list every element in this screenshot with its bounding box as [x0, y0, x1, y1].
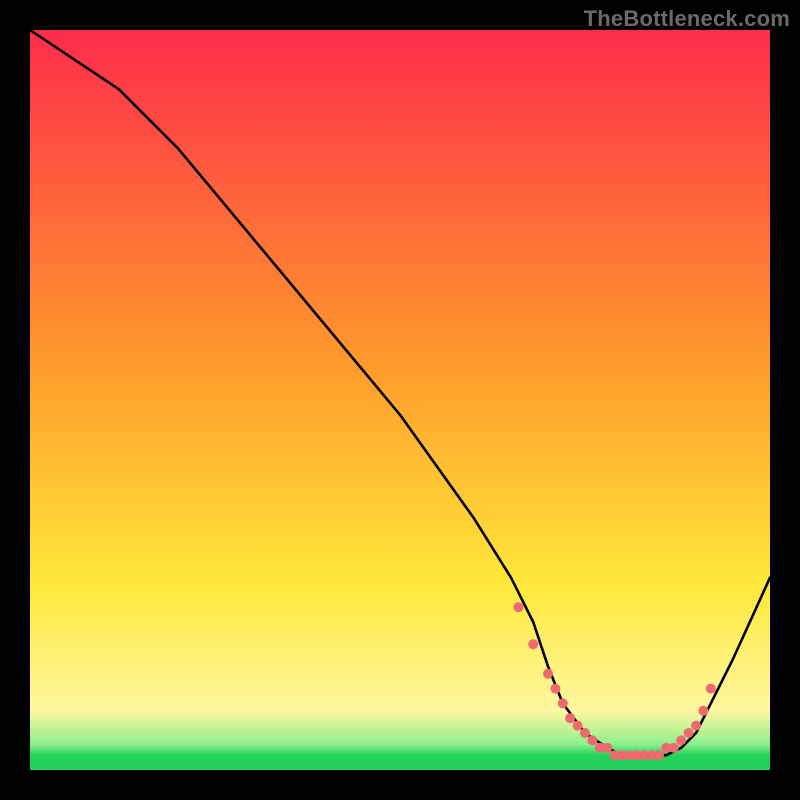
- mismatch-curve: [30, 30, 770, 755]
- optimal-marker-dot: [676, 735, 686, 745]
- optimal-marker-dot: [573, 721, 583, 731]
- optimal-marker-dot: [513, 602, 523, 612]
- optimal-marker-dot: [602, 743, 612, 753]
- optimal-marker-dot: [528, 639, 538, 649]
- optimal-marker-dot: [580, 728, 590, 738]
- plot-area: [30, 30, 770, 770]
- optimal-marker-dot: [684, 728, 694, 738]
- optimal-marker-dot: [654, 750, 664, 760]
- optimal-marker-dot: [565, 713, 575, 723]
- watermark-text: TheBottleneck.com: [584, 6, 790, 32]
- optimal-marker-dot: [550, 684, 560, 694]
- optimal-marker-dot: [543, 669, 553, 679]
- optimal-marker-dot: [558, 698, 568, 708]
- chart-frame: TheBottleneck.com: [0, 0, 800, 800]
- optimal-marker-dot: [587, 735, 597, 745]
- optimal-marker-dot: [691, 721, 701, 731]
- optimal-marker-dot: [706, 684, 716, 694]
- curve-layer: [30, 30, 770, 770]
- optimal-marker-dot: [669, 743, 679, 753]
- optimal-marker-dot: [698, 706, 708, 716]
